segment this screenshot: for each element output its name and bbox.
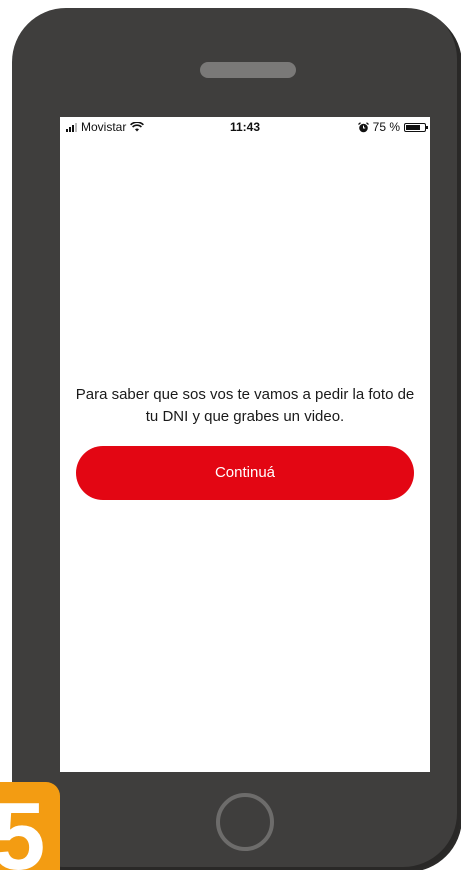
- battery-level-fill: [406, 124, 420, 130]
- step-number: 5: [0, 783, 46, 870]
- phone-frame: Movistar 11:43 75 % Para saber que sos v…: [12, 8, 460, 870]
- battery-percent: 75 %: [372, 120, 400, 134]
- phone-speaker: [200, 62, 296, 78]
- status-bar: Movistar 11:43 75 %: [60, 117, 430, 139]
- phone-screen: Movistar 11:43 75 % Para saber que sos v…: [60, 117, 430, 772]
- battery-icon: [404, 122, 428, 132]
- battery-tip: [426, 125, 428, 129]
- page: Movistar 11:43 75 % Para saber que sos v…: [0, 0, 461, 870]
- continue-button[interactable]: Continuá: [76, 446, 414, 500]
- alarm-icon: [357, 121, 369, 132]
- step-badge: 5: [0, 782, 60, 870]
- status-right: 75 %: [357, 120, 428, 134]
- intro-message: Para saber que sos vos te vamos a pedir …: [75, 386, 415, 425]
- home-button[interactable]: [216, 793, 274, 851]
